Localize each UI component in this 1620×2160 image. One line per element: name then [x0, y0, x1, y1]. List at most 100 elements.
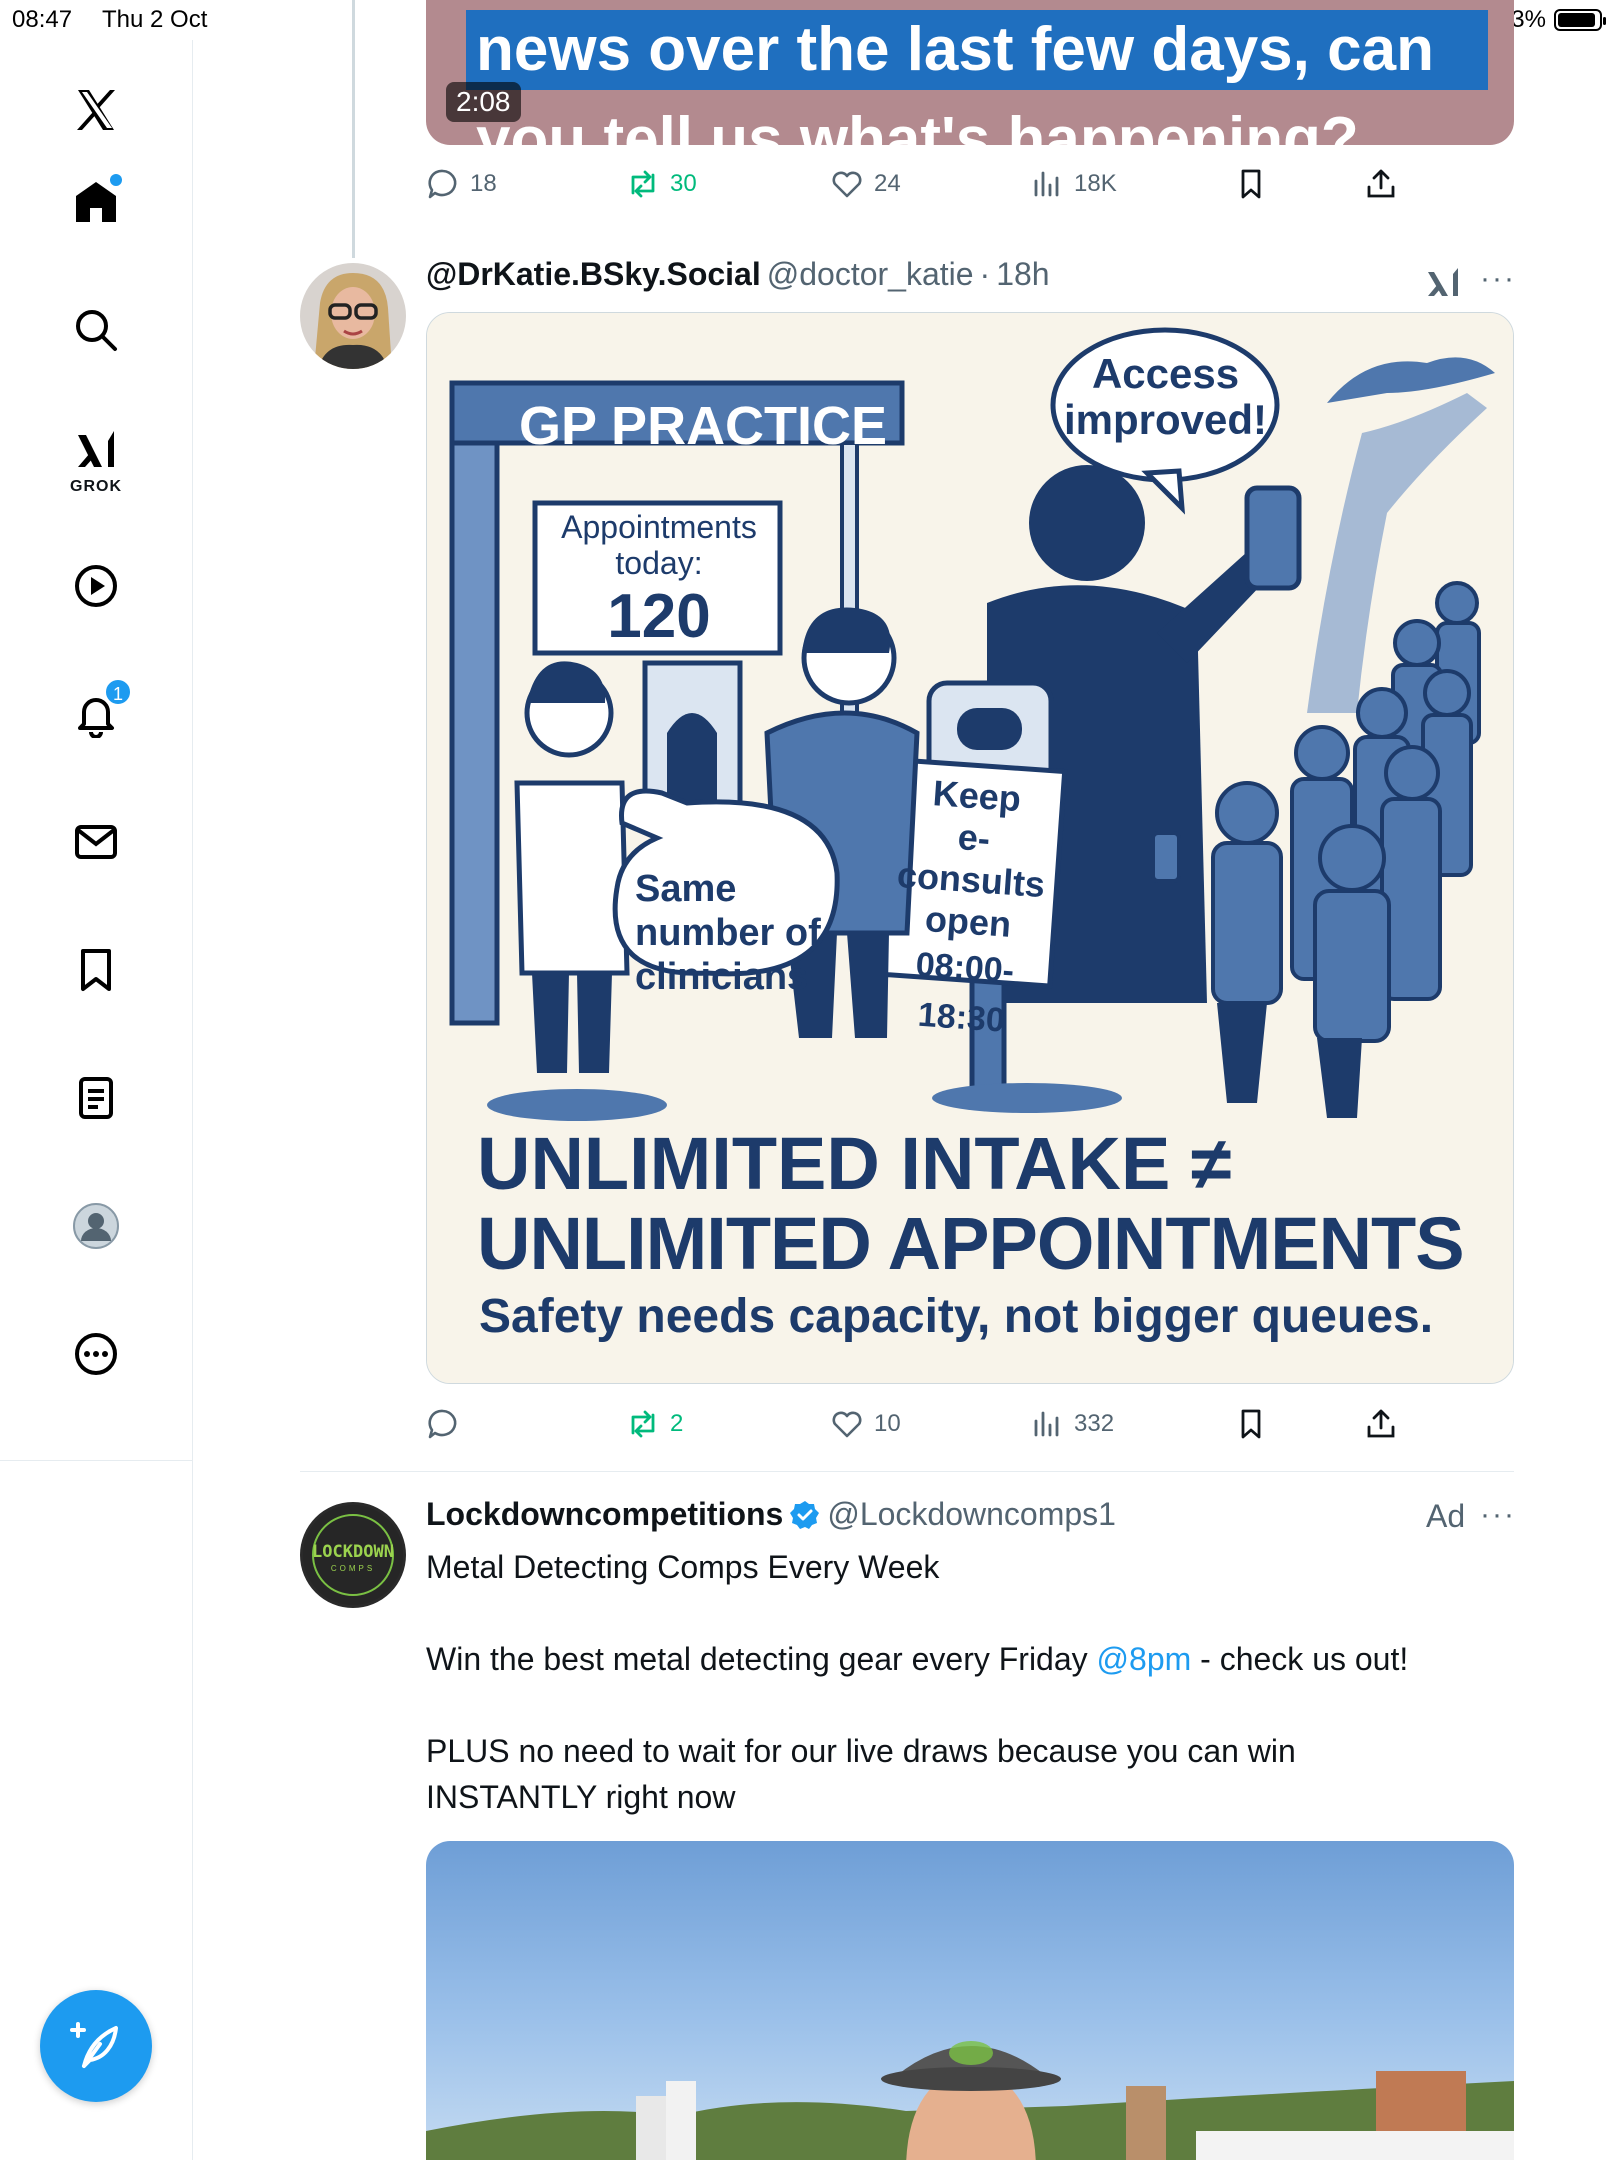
ad-more-options-icon[interactable]: ···: [1480, 1498, 1516, 1532]
list-icon: [79, 1077, 113, 1119]
compose-icon: [70, 2022, 118, 2068]
post-header: @DrKatie.BSky.Social @doctor_katie · 18h: [426, 256, 1050, 293]
like-button[interactable]: 24: [830, 160, 901, 208]
ad-photo-scene: [426, 2041, 1514, 2160]
share-icon: [1367, 169, 1395, 198]
play-icon: [75, 565, 117, 607]
reply-button[interactable]: [426, 1400, 470, 1448]
reply-icon: [428, 169, 457, 199]
ad-avatar-text: LOCKDOWN: [312, 1542, 394, 1562]
repost-count: 30: [670, 170, 697, 197]
more-options-icon[interactable]: ···: [1480, 262, 1516, 296]
ad-label: Ad: [1426, 1498, 1466, 1534]
ad-author-name[interactable]: Lockdowncompetitions: [426, 1496, 783, 1533]
econsult-line4: 08:00-18:30: [914, 945, 1016, 1040]
views-icon: [1034, 1411, 1059, 1437]
share-button[interactable]: [1364, 1400, 1398, 1448]
nav-video[interactable]: [56, 546, 136, 626]
nav-profile[interactable]: [56, 1186, 136, 1266]
nav-bookmarks[interactable]: [56, 930, 136, 1010]
repost-button[interactable]: 2: [626, 1400, 683, 1448]
previous-post-actions: 18 30 24 18K: [426, 160, 1514, 208]
ad-avatar[interactable]: LOCKDOWN COMPS: [300, 1502, 406, 1608]
views-count: 332: [1074, 1410, 1115, 1437]
search-icon: [76, 310, 117, 351]
access-bubble-text: Access improved!: [1063, 350, 1268, 443]
bookmark-button[interactable]: [1234, 160, 1268, 208]
bookmark-icon: [81, 949, 111, 991]
econsult-line2: e-consults: [895, 816, 1047, 906]
grok-label: GROK: [70, 478, 122, 495]
like-count: 10: [874, 1410, 901, 1437]
views-icon: [1034, 171, 1059, 197]
bookmark-button[interactable]: [1234, 1400, 1268, 1448]
ad-text-line2: Win the best metal detecting gear every …: [426, 1636, 1514, 1682]
ad-photo[interactable]: [426, 1841, 1514, 2160]
ad-avatar-subtext: COMPS: [330, 1564, 376, 1573]
bookmark-icon: [1241, 169, 1261, 199]
x-logo-icon: [77, 90, 115, 130]
post-image[interactable]: GP PRACTICE Appointments today: 120 Acce…: [426, 312, 1514, 1384]
share-button[interactable]: [1364, 160, 1398, 208]
thread-line: [352, 0, 355, 258]
repost-button[interactable]: 30: [626, 160, 697, 208]
econsult-sign: Keep e-consults open 08:00-18:30: [870, 769, 1068, 1049]
more-circle-icon: [75, 1333, 117, 1375]
nav-home[interactable]: [56, 162, 136, 242]
heart-icon: [832, 171, 862, 198]
heart-icon: [832, 1411, 862, 1438]
appointments-value: 120: [607, 582, 711, 651]
ad-text-line3: PLUS no need to wait for our live draws …: [426, 1733, 1296, 1815]
verified-badge-icon: [790, 1500, 820, 1529]
views-button[interactable]: 18K: [1030, 160, 1117, 208]
video-caption-next-line: you tell us what's happening?: [476, 105, 1359, 145]
ad-text-line2-pre: Win the best metal detecting gear every …: [426, 1641, 1097, 1677]
appointments-label: Appointments today:: [561, 509, 757, 581]
ad-text-link[interactable]: @8pm: [1097, 1641, 1192, 1677]
reply-count: 18: [470, 170, 497, 197]
share-icon: [1367, 1409, 1395, 1438]
battery-fill: [1558, 13, 1595, 27]
x-logo-button[interactable]: [56, 70, 136, 150]
bookmark-icon: [1241, 1409, 1261, 1439]
author-handle[interactable]: @doctor_katie: [767, 256, 974, 293]
separator: ·: [979, 256, 991, 292]
video-player[interactable]: news over the last few days, can you tel…: [426, 0, 1514, 145]
reply-button[interactable]: 18: [426, 160, 497, 208]
post-actions: 2 10 332: [426, 1400, 1514, 1448]
nav-more[interactable]: [56, 1314, 136, 1394]
author-name[interactable]: @DrKatie.BSky.Social: [426, 256, 761, 293]
nav-messages[interactable]: [56, 802, 136, 882]
mail-icon: [75, 825, 117, 859]
views-button[interactable]: 332: [1030, 1400, 1114, 1448]
nav-lists[interactable]: [56, 1058, 136, 1138]
video-duration: 2:08: [446, 82, 521, 122]
headline-line2: UNLIMITED APPOINTMENTS: [477, 1202, 1465, 1285]
nav-notifications[interactable]: 1: [56, 674, 136, 754]
avatar-photo: [300, 263, 406, 369]
ad-author-handle[interactable]: @Lockdowncomps1: [827, 1496, 1116, 1533]
reply-icon: [428, 1409, 457, 1439]
home-unread-dot: [110, 174, 122, 186]
avatar[interactable]: [300, 263, 406, 369]
repost-icon: [631, 1410, 655, 1438]
post-time[interactable]: 18h: [996, 256, 1049, 293]
nav-search[interactable]: [56, 290, 136, 370]
sidebar-divider: [0, 1460, 193, 1461]
ad-text-line1: Metal Detecting Comps Every Week: [426, 1549, 940, 1585]
sidebar: GROK 1: [0, 40, 193, 2160]
headline-subline: Safety needs capacity, not bigger queues…: [479, 1290, 1434, 1343]
post-divider: [300, 1471, 1514, 1472]
grok-icon: [78, 431, 114, 467]
like-button[interactable]: 10: [830, 1400, 901, 1448]
views-count: 18K: [1074, 170, 1117, 197]
nav-grok[interactable]: GROK: [56, 418, 136, 498]
headline-line1: UNLIMITED INTAKE ≠: [477, 1122, 1232, 1205]
like-count: 24: [874, 170, 901, 197]
notification-badge: 1: [104, 678, 132, 706]
video-caption: news over the last few days, can: [476, 15, 1434, 84]
status-time: 08:47: [12, 6, 73, 33]
profile-icon: [73, 1203, 119, 1249]
grok-explain-icon[interactable]: [1424, 262, 1464, 302]
compose-button[interactable]: [40, 1990, 152, 2102]
